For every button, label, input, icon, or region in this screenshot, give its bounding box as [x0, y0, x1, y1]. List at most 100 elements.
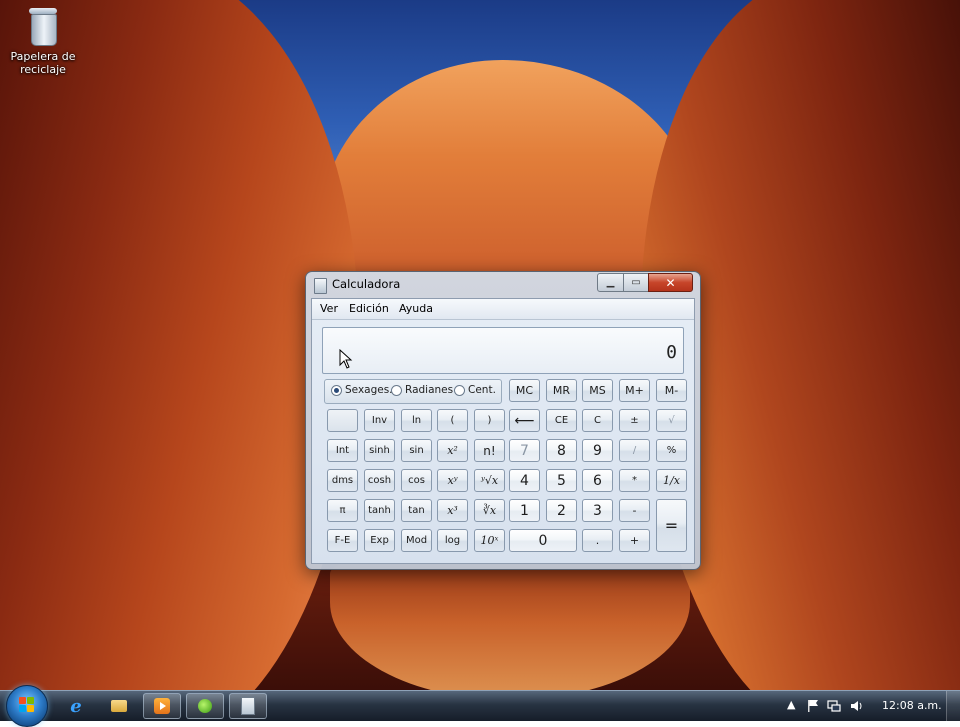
- maximize-button[interactable]: ▭: [623, 273, 649, 292]
- digit-4-button[interactable]: 4: [509, 469, 540, 492]
- radio-centesimal-label: Cent.: [468, 384, 496, 396]
- ce-button[interactable]: CE: [546, 409, 577, 432]
- digit-1-button[interactable]: 1: [509, 499, 540, 522]
- log-button[interactable]: log: [437, 529, 468, 552]
- pi-button[interactable]: π: [327, 499, 358, 522]
- y-root-x-button[interactable]: ʸ√x: [474, 469, 505, 492]
- calculator-body: Ver Edición Ayuda 0 Sexages. Radianes Ce…: [311, 298, 695, 564]
- x-cubed-button[interactable]: x³: [437, 499, 468, 522]
- sinh-button[interactable]: sinh: [364, 439, 395, 462]
- taskbar-explorer[interactable]: [100, 693, 138, 719]
- multiply-button[interactable]: *: [619, 469, 650, 492]
- radio-unselected-icon: [391, 384, 402, 396]
- maximize-icon: ▭: [631, 277, 641, 288]
- mod-button[interactable]: Mod: [401, 529, 432, 552]
- action-center-flag-icon[interactable]: [806, 699, 820, 713]
- x-power-y-button[interactable]: xʸ: [437, 469, 468, 492]
- subtract-button[interactable]: -: [619, 499, 650, 522]
- tan-button[interactable]: tan: [401, 499, 432, 522]
- digit-7-button[interactable]: 7: [509, 439, 540, 462]
- backspace-button[interactable]: ⟵: [509, 409, 540, 432]
- show-hidden-icons-arrow-icon[interactable]: ▲: [787, 698, 795, 711]
- digit-8-button[interactable]: 8: [546, 439, 577, 462]
- radio-sexagesimal[interactable]: Sexages.: [331, 384, 393, 396]
- menu-ver[interactable]: Ver: [320, 302, 338, 315]
- taskbar-media-player[interactable]: [143, 693, 181, 719]
- close-icon: ✕: [665, 275, 676, 290]
- divide-button[interactable]: /: [619, 439, 650, 462]
- title-bar[interactable]: Calculadora ▁ ▭ ✕: [306, 272, 700, 298]
- plus-minus-button[interactable]: ±: [619, 409, 650, 432]
- cube-root-button[interactable]: ∛x: [474, 499, 505, 522]
- calculator-window[interactable]: Calculadora ▁ ▭ ✕ Ver Edición Ayuda 0 Se…: [305, 271, 701, 570]
- mc-button[interactable]: MC: [509, 379, 540, 402]
- sin-button[interactable]: sin: [401, 439, 432, 462]
- menu-bar: Ver Edición Ayuda: [312, 299, 694, 320]
- ms-button[interactable]: MS: [582, 379, 613, 402]
- media-player-icon: [154, 698, 170, 714]
- digit-2-button[interactable]: 2: [546, 499, 577, 522]
- taskbar-clock[interactable]: 12:08 a.m.: [882, 699, 942, 712]
- decimal-button[interactable]: .: [582, 529, 613, 552]
- recycle-bin-desktop-icon[interactable]: Papelera de reciclaje: [8, 6, 78, 76]
- c-button[interactable]: C: [582, 409, 613, 432]
- digit-6-button[interactable]: 6: [582, 469, 613, 492]
- open-paren-button[interactable]: (: [437, 409, 468, 432]
- start-button[interactable]: [6, 685, 48, 727]
- inv-button[interactable]: Inv: [364, 409, 395, 432]
- green-app-icon: [198, 699, 212, 713]
- calculator-app-icon[interactable]: [314, 278, 327, 294]
- radio-radianes[interactable]: Radianes: [391, 384, 453, 396]
- volume-icon[interactable]: [850, 699, 864, 713]
- close-paren-button[interactable]: ): [474, 409, 505, 432]
- exp-button[interactable]: Exp: [364, 529, 395, 552]
- wallpaper-reflection: [330, 560, 690, 690]
- windows-logo-icon: [19, 697, 35, 713]
- calculator-icon: [241, 697, 255, 715]
- int-button[interactable]: Int: [327, 439, 358, 462]
- recycle-bin-icon: [27, 6, 59, 46]
- radio-unselected-icon: [454, 384, 465, 396]
- angle-mode-group: Sexages. Radianes Cent.: [324, 379, 502, 404]
- taskbar-green-app[interactable]: [186, 693, 224, 719]
- close-button[interactable]: ✕: [648, 273, 693, 292]
- digit-5-button[interactable]: 5: [546, 469, 577, 492]
- add-button[interactable]: +: [619, 529, 650, 552]
- show-desktop-button[interactable]: [946, 691, 960, 721]
- tanh-button[interactable]: tanh: [364, 499, 395, 522]
- display-value: 0: [666, 342, 677, 363]
- recycle-bin-label: Papelera de reciclaje: [10, 50, 76, 76]
- ten-power-x-button[interactable]: 10ˣ: [474, 529, 505, 552]
- menu-edicion[interactable]: Edición: [349, 302, 389, 315]
- taskbar-calculator[interactable]: [229, 693, 267, 719]
- factorial-button[interactable]: n!: [474, 439, 505, 462]
- result-display: 0: [322, 327, 684, 374]
- network-icon[interactable]: [827, 699, 841, 713]
- cos-button[interactable]: cos: [401, 469, 432, 492]
- digit-0-button[interactable]: 0: [509, 529, 577, 552]
- sqrt-button[interactable]: √: [656, 409, 687, 432]
- fe-button[interactable]: F-E: [327, 529, 358, 552]
- dms-button[interactable]: dms: [327, 469, 358, 492]
- m-plus-button[interactable]: M+: [619, 379, 650, 402]
- radio-radianes-label: Radianes: [405, 384, 454, 396]
- internet-explorer-icon: e: [70, 695, 82, 717]
- cosh-button[interactable]: cosh: [364, 469, 395, 492]
- equals-button[interactable]: =: [656, 499, 687, 552]
- menu-ayuda[interactable]: Ayuda: [399, 302, 433, 315]
- taskbar-internet-explorer[interactable]: e: [57, 693, 95, 719]
- x-squared-button[interactable]: x²: [437, 439, 468, 462]
- minimize-icon: ▁: [606, 277, 615, 288]
- minimize-button[interactable]: ▁: [597, 273, 624, 292]
- percent-button[interactable]: %: [656, 439, 687, 462]
- folder-icon: [111, 700, 127, 712]
- m-minus-button[interactable]: M-: [656, 379, 687, 402]
- blank-button: [327, 409, 358, 432]
- digit-3-button[interactable]: 3: [582, 499, 613, 522]
- radio-centesimal[interactable]: Cent.: [454, 384, 496, 396]
- mr-button[interactable]: MR: [546, 379, 577, 402]
- reciprocal-button[interactable]: 1/x: [656, 469, 687, 492]
- digit-9-button[interactable]: 9: [582, 439, 613, 462]
- ln-button[interactable]: ln: [401, 409, 432, 432]
- window-title: Calculadora: [332, 277, 401, 291]
